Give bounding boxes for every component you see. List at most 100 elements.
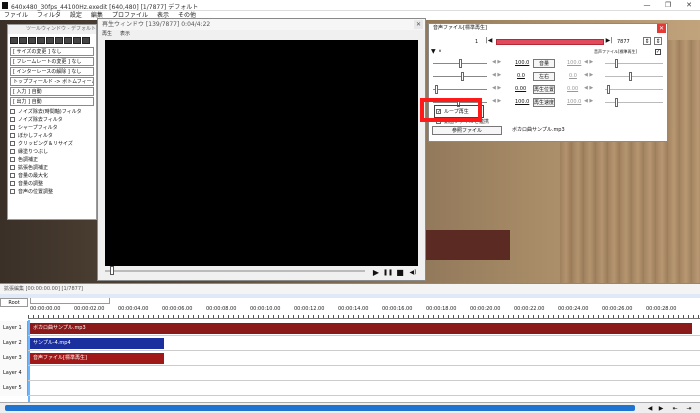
track-value-left[interactable]: 0.0 [517, 73, 525, 79]
object-checkbox[interactable]: ✓ [655, 49, 661, 55]
tool-icon-6[interactable] [55, 37, 63, 44]
resize-button[interactable]: [ サイズの変更 ] なし [10, 47, 94, 56]
pause-icon[interactable]: ❚❚ [383, 268, 393, 278]
seek-handle[interactable] [109, 266, 114, 275]
frame-next-icon[interactable]: ▶| [605, 37, 613, 45]
frame-range-bar[interactable] [496, 39, 604, 45]
tool-icon-7[interactable] [64, 37, 72, 44]
track-value-right[interactable]: 100.0 [567, 99, 581, 105]
preview-menu-play[interactable]: 再生 [102, 30, 112, 39]
output-button[interactable]: [ 出力 ] 自動 [10, 97, 94, 106]
filter-item[interactable]: クリッピング＆リサイズ [8, 139, 96, 147]
layer-row[interactable]: Layer 1 ボカロ曲サンプル.mp3 [0, 321, 700, 336]
filter-checkbox[interactable] [10, 172, 15, 178]
layer-row[interactable]: Layer 3 音声ファイル[標準再生] [0, 351, 700, 366]
root-button[interactable]: Root [0, 298, 28, 307]
timeline-clip-audio[interactable]: ボカロ曲サンプル.mp3 [30, 323, 692, 334]
slider-handle[interactable] [615, 59, 618, 68]
slider-handle[interactable] [435, 85, 438, 94]
spin-arrows-icon[interactable]: ◀ ▶ [584, 59, 593, 65]
close-icon[interactable]: ✕ [657, 24, 666, 33]
filter-checkbox[interactable] [10, 108, 15, 114]
layer-label[interactable]: Layer 2 [0, 336, 28, 351]
timeline-scrollbar[interactable]: ◀ ▶ ⇤ ⇥ [0, 402, 700, 413]
minimize-button[interactable]: — [640, 1, 654, 10]
scrollbar-thumb[interactable] [5, 405, 635, 411]
close-button[interactable]: ✕ [682, 1, 696, 10]
slider-handle[interactable] [607, 85, 610, 94]
close-icon[interactable]: ✕ [414, 20, 423, 29]
filter-checkbox[interactable] [10, 164, 15, 170]
filter-checkbox[interactable] [10, 140, 15, 146]
filter-item[interactable]: 縁塗りつぶし [8, 147, 96, 155]
menu-file[interactable]: ファイル [4, 11, 28, 20]
filter-checkbox[interactable] [10, 132, 15, 138]
scroll-icon-2[interactable]: ⇕ [654, 37, 662, 45]
filter-checkbox[interactable] [10, 116, 15, 122]
zoom-slider[interactable] [30, 298, 110, 304]
volume-icon[interactable]: ◀) [408, 268, 418, 278]
track-value-left[interactable]: 100.0 [515, 60, 529, 66]
layer-row[interactable]: Layer 4 [0, 366, 700, 381]
slider-handle[interactable] [615, 98, 618, 107]
filter-checkbox[interactable] [10, 180, 15, 186]
track-value-right[interactable]: 100.0 [567, 60, 581, 66]
track-label-button[interactable]: 音量 [533, 59, 555, 68]
track-label-button[interactable]: 再生速度 [533, 98, 555, 107]
filter-item[interactable]: 音量の調整 [8, 179, 96, 187]
timeline-clip-video-audio[interactable]: 音声ファイル[標準再生] [30, 353, 164, 364]
layer-row[interactable]: Layer 2 サンプル-4.mp4 [0, 336, 700, 351]
filter-checkbox[interactable] [10, 148, 15, 154]
track-value-left[interactable]: 0.00 [515, 86, 526, 92]
spin-arrows-icon[interactable]: ◀ ▶ [492, 72, 501, 78]
tool-icon-3[interactable] [28, 37, 36, 44]
input-button[interactable]: [ 入力 ] 自動 [10, 87, 94, 96]
spin-arrows-icon[interactable]: ◀ ▶ [492, 85, 501, 91]
filter-checkbox[interactable] [10, 188, 15, 194]
menu-settings[interactable]: 設定 [70, 11, 82, 20]
layer-label[interactable]: Layer 4 [0, 366, 28, 381]
filter-item[interactable]: ノイズ除去(時間軸)フィルタ [8, 107, 96, 115]
spin-arrows-icon[interactable]: ◀ ▶ [584, 98, 593, 104]
spin-arrows-icon[interactable]: ◀ ▶ [492, 98, 501, 104]
filter-item[interactable]: 音量の最大化 [8, 171, 96, 179]
frame-prev-icon[interactable]: |◀ [485, 37, 493, 45]
layer-label[interactable]: Layer 5 [0, 381, 28, 396]
filter-item[interactable]: シャープフィルタ [8, 123, 96, 131]
filter-item[interactable]: 色調補正 [8, 155, 96, 163]
layer-row[interactable]: Layer 5 [0, 381, 700, 396]
maximize-button[interactable]: ❐ [661, 1, 675, 10]
field-order-button[interactable]: トップフィールド -> ボトムフィールド [10, 77, 94, 86]
slider-handle[interactable] [629, 72, 632, 81]
spin-arrows-icon[interactable]: ◀ ▶ [584, 85, 593, 91]
layer-label[interactable]: Layer 1 [0, 321, 28, 336]
scroll-icon[interactable]: ⇕ [643, 37, 651, 45]
stop-icon[interactable]: ■ [395, 268, 405, 278]
play-icon[interactable]: ▶ [371, 268, 381, 278]
filter-checkbox[interactable] [10, 124, 15, 130]
timeline-clip-video[interactable]: サンプル-4.mp4 [30, 338, 164, 349]
menu-filter[interactable]: フィルタ [37, 11, 61, 20]
tool-icon-9[interactable] [82, 37, 90, 44]
spin-arrows-icon[interactable]: ◀ ▶ [492, 59, 501, 65]
filter-item[interactable]: 拡張色調補正 [8, 163, 96, 171]
slider-handle[interactable] [461, 72, 464, 81]
track-value-right[interactable]: 0.00 [567, 86, 578, 92]
track-label-button[interactable]: 再生位置 [533, 85, 555, 94]
layer-label[interactable]: Layer 3 [0, 351, 28, 366]
preview-menu-view[interactable]: 表示 [120, 30, 130, 39]
seek-bar[interactable] [105, 266, 365, 275]
tool-icon-8[interactable] [73, 37, 81, 44]
track-label-button[interactable]: 左右 [533, 72, 555, 81]
filter-item[interactable]: ノイズ除去フィルタ [8, 115, 96, 123]
spin-arrows-icon[interactable]: ◀ ▶ [584, 72, 593, 78]
reference-file-button[interactable]: 参照ファイル [432, 126, 502, 135]
tool-icon-2[interactable] [19, 37, 27, 44]
track-value-left[interactable]: 100.0 [515, 99, 529, 105]
collapse-icon[interactable]: ▼ ⚬ [431, 48, 443, 55]
deinterlace-button[interactable]: [ インターレースの解除 ] なし [10, 67, 94, 76]
filter-item[interactable]: ぼかしフィルタ [8, 131, 96, 139]
filter-item[interactable]: 音声の位置調整 [8, 187, 96, 195]
framerate-button[interactable]: [ フレームレートの変更 ] なし [10, 57, 94, 66]
tool-icon-4[interactable] [37, 37, 45, 44]
